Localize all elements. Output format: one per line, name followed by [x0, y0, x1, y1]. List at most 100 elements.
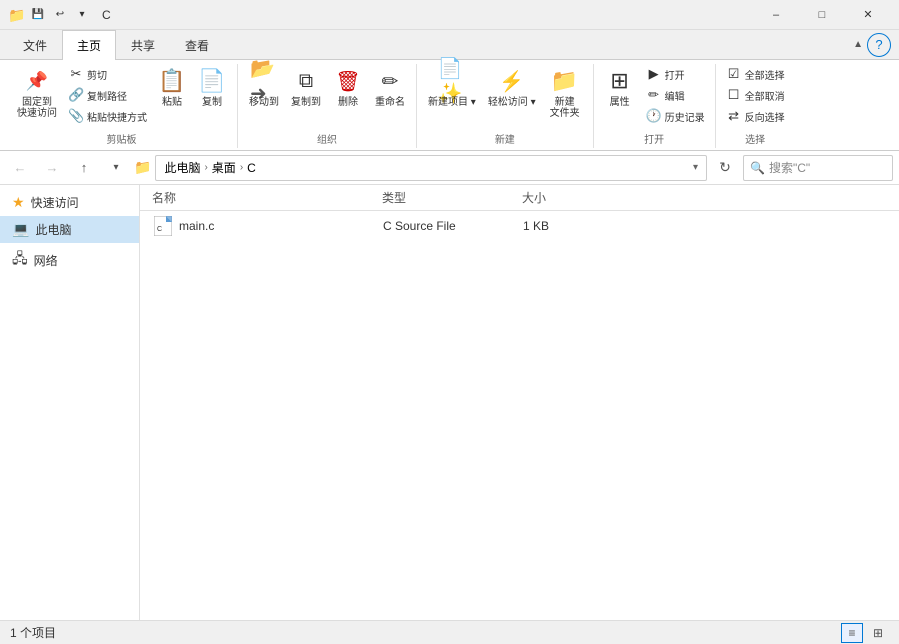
file-list: 名称 类型 大小 C main.c C Source File 1 KB [140, 185, 899, 620]
pin-label: 固定到快速访问 [17, 97, 57, 119]
paste-button[interactable]: 📋 粘贴 [153, 64, 191, 111]
sidebar-item-this-pc[interactable]: 💻 此电脑 [0, 216, 139, 243]
copy-path-button[interactable]: 🔗 复制路径 [64, 85, 151, 105]
sidebar-item-network[interactable]: 🖧 网络 [0, 243, 139, 277]
address-bar[interactable]: 此电脑 › 桌面 › C ▾ [155, 155, 707, 181]
history-icon: 🕐 [646, 108, 662, 124]
easy-access-button[interactable]: ⚡ 轻松访问 ▾ [483, 64, 541, 111]
breadcrumb: 此电脑 › 桌面 › C [164, 159, 255, 176]
open-button[interactable]: ▶ 打开 [642, 64, 709, 84]
edit-button[interactable]: ✏ 编辑 [642, 85, 709, 105]
navigation-toolbar: ← → ↑ ▾ 📁 此电脑 › 桌面 › C ▾ ↻ 🔍 搜索"C" [0, 151, 899, 185]
column-header-size[interactable]: 大小 [522, 189, 602, 206]
properties-button[interactable]: ⊞ 属性 [600, 64, 640, 111]
ribbon-group-new: 📄✨ 新建项目 ▾ ⚡ 轻松访问 ▾ 📁 新建文件夹 新建 [417, 64, 594, 148]
file-row[interactable]: C main.c C Source File 1 KB [140, 211, 899, 241]
help-button[interactable]: ? [867, 33, 891, 57]
refresh-button[interactable]: ↻ [711, 154, 739, 182]
invert-select-icon: ⇄ [726, 108, 742, 124]
copy-icon: 📄 [198, 67, 226, 95]
new-item-icon: 📄✨ [438, 67, 466, 95]
minimize-button[interactable]: – [753, 0, 799, 30]
view-list-button[interactable]: ≡ [841, 623, 863, 643]
rename-button[interactable]: ✏ 重命名 [370, 64, 410, 111]
rename-label: 重命名 [375, 97, 405, 108]
select-all-button[interactable]: ☑ 全部选择 [722, 64, 789, 84]
sidebar-quick-access-label: 快速访问 [31, 194, 79, 211]
tab-share[interactable]: 共享 [116, 30, 170, 60]
open-group-content: ⊞ 属性 ▶ 打开 ✏ 编辑 🕐 历史记录 [600, 64, 709, 126]
file-size-cell: 1 KB [523, 219, 603, 233]
column-header-name[interactable]: 名称 [152, 189, 382, 206]
view-detail-button[interactable]: ⊞ [867, 623, 889, 643]
ribbon-group-organize: 📂➜ 移动到 ⧉ 复制到 🗑 删除 ✏ 重命名 组织 [238, 64, 417, 148]
select-none-button[interactable]: ☐ 全部取消 [722, 85, 789, 105]
recent-locations-button[interactable]: ▾ [102, 154, 130, 182]
forward-button[interactable]: → [38, 154, 66, 182]
back-button[interactable]: ← [6, 154, 34, 182]
address-dropdown-button[interactable]: ▾ [693, 162, 698, 173]
clipboard-group-content: 📌 固定到快速访问 ✂ 剪切 🔗 复制路径 📎 粘贴快捷方式 � [12, 64, 231, 126]
sidebar-this-pc-label: 此电脑 [35, 221, 71, 238]
easy-access-label: 轻松访问 ▾ [488, 97, 536, 108]
search-placeholder: 搜索"C" [769, 159, 810, 176]
delete-label: 删除 [338, 97, 358, 108]
close-button[interactable]: ✕ [845, 0, 891, 30]
open-icon: ▶ [646, 66, 662, 82]
qat-save[interactable]: 💾 [28, 5, 48, 25]
new-item-button[interactable]: 📄✨ 新建项目 ▾ [423, 64, 481, 111]
breadcrumb-desktop[interactable]: 桌面 [212, 159, 236, 176]
search-box[interactable]: 🔍 搜索"C" [743, 155, 893, 181]
properties-icon: ⊞ [606, 67, 634, 95]
cut-button[interactable]: ✂ 剪切 [64, 64, 151, 84]
paste-shortcut-icon: 📎 [68, 108, 84, 124]
sidebar-item-quick-access[interactable]: ★ 快速访问 [0, 189, 139, 216]
tab-file[interactable]: 文件 [8, 30, 62, 60]
select-all-label: 全部选择 [745, 67, 785, 82]
item-count: 1 个项目 [10, 624, 56, 641]
new-folder-button[interactable]: 📁 新建文件夹 [543, 64, 587, 122]
invert-select-button[interactable]: ⇄ 反向选择 [722, 106, 789, 126]
qat-dropdown[interactable]: ▾ [72, 5, 92, 25]
file-type-cell: C Source File [383, 219, 523, 233]
cut-icon: ✂ [68, 66, 84, 82]
copy-paste-area: ✂ 剪切 🔗 复制路径 📎 粘贴快捷方式 [64, 64, 151, 126]
organize-group-label: 组织 [244, 128, 410, 146]
new-folder-icon: 📁 [551, 67, 579, 95]
copy-path-label: 复制路径 [87, 88, 127, 103]
copy-button[interactable]: 📄 复制 [193, 64, 231, 111]
file-name-cell: C main.c [153, 216, 383, 236]
tab-view[interactable]: 查看 [170, 30, 224, 60]
delete-button[interactable]: 🗑 删除 [328, 64, 368, 111]
history-button[interactable]: 🕐 历史记录 [642, 106, 709, 126]
star-icon: ★ [12, 194, 25, 211]
ribbon-collapse-button[interactable]: ▲ [853, 39, 867, 50]
paste-shortcut-button[interactable]: 📎 粘贴快捷方式 [64, 106, 151, 126]
edit-icon: ✏ [646, 87, 662, 103]
select-group-content: ☑ 全部选择 ☐ 全部取消 ⇄ 反向选择 [722, 64, 789, 126]
window-icon: 📁 [8, 7, 24, 23]
search-icon: 🔍 [750, 161, 765, 175]
tab-home[interactable]: 主页 [62, 30, 116, 60]
paste-label: 粘贴 [162, 97, 182, 108]
move-to-icon: 📂➜ [250, 67, 278, 95]
ribbon-group-open: ⊞ 属性 ▶ 打开 ✏ 编辑 🕐 历史记录 打开 [594, 64, 716, 148]
maximize-button[interactable]: □ [799, 0, 845, 30]
svg-text:C: C [157, 226, 162, 233]
copy-to-button[interactable]: ⧉ 复制到 [286, 64, 326, 111]
address-folder-icon: 📁 [134, 159, 151, 176]
move-to-button[interactable]: 📂➜ 移动到 [244, 64, 284, 111]
organize-group-content: 📂➜ 移动到 ⧉ 复制到 🗑 删除 ✏ 重命名 [244, 64, 410, 126]
copy-to-icon: ⧉ [292, 67, 320, 95]
select-none-icon: ☐ [726, 87, 742, 103]
qat-undo[interactable]: ↩ [50, 5, 70, 25]
window-controls: – □ ✕ [753, 0, 891, 30]
cut-label: 剪切 [87, 67, 107, 82]
breadcrumb-pc[interactable]: 此电脑 [164, 159, 200, 176]
rename-icon: ✏ [376, 67, 404, 95]
file-name: main.c [179, 219, 214, 233]
pin-to-quick-access-button[interactable]: 📌 固定到快速访问 [12, 64, 62, 122]
column-header-type[interactable]: 类型 [382, 189, 522, 206]
breadcrumb-c[interactable]: C [247, 161, 256, 175]
up-button[interactable]: ↑ [70, 154, 98, 182]
